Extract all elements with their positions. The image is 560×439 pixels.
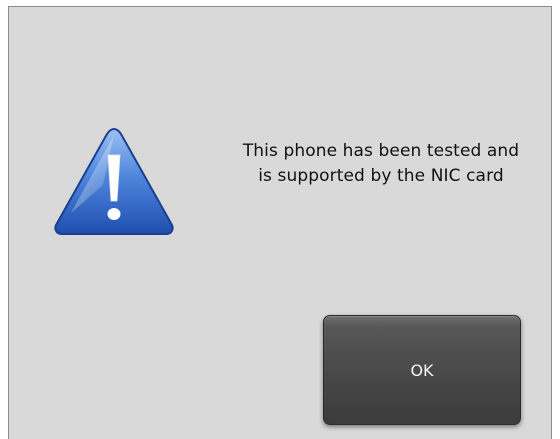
message-line-1: This phone has been tested and <box>242 141 520 161</box>
dialog-message: This phone has been tested and is suppor… <box>209 139 553 189</box>
warning-icon <box>54 127 174 235</box>
message-dialog: This phone has been tested and is suppor… <box>8 6 552 439</box>
ok-button-label: OK <box>410 360 434 380</box>
ok-button[interactable]: OK <box>323 315 521 425</box>
message-line-2: is supported by the NIC card <box>258 166 504 186</box>
